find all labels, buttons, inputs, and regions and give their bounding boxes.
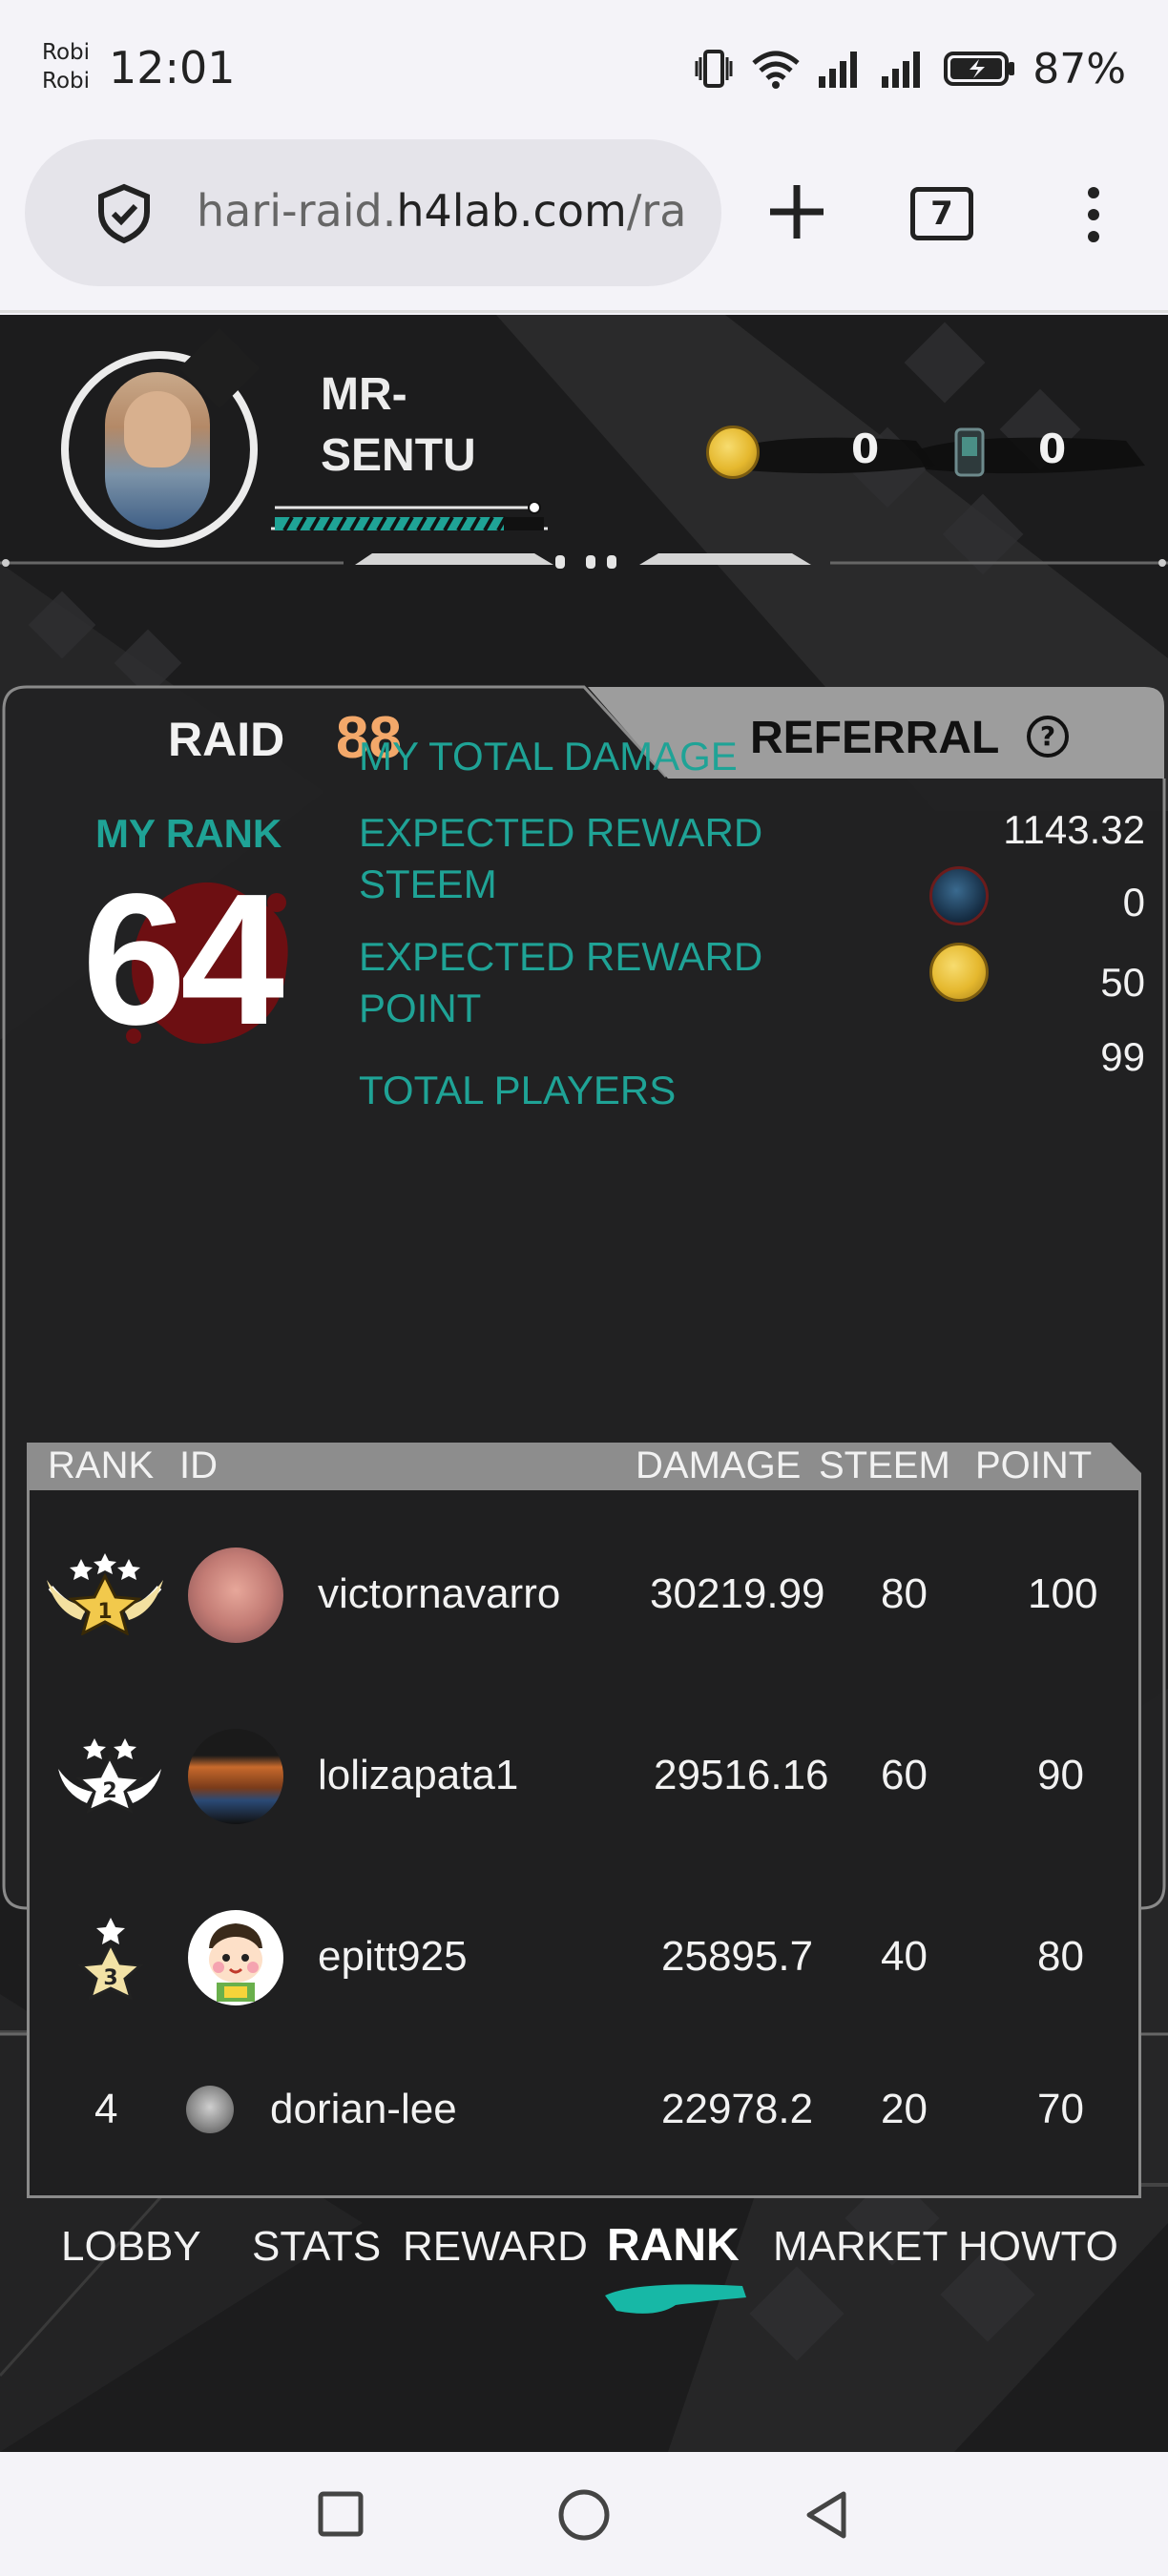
help-icon[interactable]: ? [1027,716,1069,758]
col-steem: STEEM [819,1444,950,1486]
expected-steem-label: EXPECTED REWARD STEEM [359,810,763,906]
expected-point-label: EXPECTED REWARD POINT [359,934,763,1030]
cartoon-face-icon [209,1923,262,2002]
url-suffix: /ra [626,185,687,237]
nav-market[interactable]: MARKET [773,2223,948,2271]
nav-reward[interactable]: REWARD [403,2223,588,2271]
battery-percent: 87% [1032,44,1126,93]
player-id[interactable]: epitt925 [318,1933,468,1981]
battery-icon [944,52,1015,86]
leaderboard-header: RANK ID DAMAGE STEEM POINT [27,1443,1141,1490]
total-damage-label: MY TOTAL DAMAGE [359,734,738,779]
item-value: 0 [1038,426,1067,472]
carrier-labels: Robi Robi [42,38,90,95]
nav-rank[interactable]: RANK [607,2219,740,2272]
nav-stats[interactable]: STATS [252,2223,381,2271]
browser-menu-button[interactable] [1073,183,1115,246]
nav-howto[interactable]: HOWTO [958,2223,1118,2271]
new-tab-button[interactable] [763,174,830,250]
point: 100 [1028,1570,1098,1617]
recents-button[interactable] [317,2490,365,2538]
rank-number: 4 [94,2086,118,2132]
vibrate-icon [695,50,733,88]
leaderboard-body: 1 victornavarro 30219.99 80 100 2 loliza… [27,1490,1141,2198]
xp-progress-bar [271,502,548,531]
url-domain: h4lab.com [396,185,627,237]
col-point: POINT [975,1444,1093,1486]
coin-icon [706,426,760,479]
avatar[interactable] [188,1910,283,2005]
status-bar: Robi Robi 12:01 87% [0,0,1168,139]
my-rank-value: 64 [82,855,284,1064]
col-rank: RANK [48,1444,155,1486]
system-nav-bar [0,2452,1168,2576]
svg-text:1: 1 [97,1600,112,1624]
steem: 60 [881,1752,928,1798]
player-id[interactable]: dorian-lee [270,2086,457,2133]
browser-toolbar: hari-raid.h4lab.com/ra 7 [0,139,1168,313]
steem: 20 [881,2086,928,2132]
svg-text:2: 2 [102,1779,116,1803]
carrier-1: Robi [42,40,91,65]
total-damage-value: 1143.32 [1003,807,1145,852]
total-players-label: TOTAL PLAYERS [359,1068,677,1112]
nav-lobby[interactable]: LOBBY [61,2223,201,2271]
table-row[interactable]: 3 epitt925 25895.7 40 80 [30,1908,1144,2005]
player-name: MR-SENTU [321,369,476,481]
leaderboard: RANK ID DAMAGE STEEM POINT 1 victornavar… [27,1443,1141,2198]
col-id: ID [179,1444,218,1486]
signal-1-icon [819,52,858,88]
damage: 22978.2 [661,2086,814,2132]
url-prefix: hari-raid. [197,185,397,237]
wifi-icon [752,51,800,89]
signal-2-icon [882,52,921,88]
carrier-2: Robi [42,69,91,93]
point: 80 [1037,1933,1084,1980]
coin-icon [929,943,989,1002]
clock: 12:01 [109,42,236,93]
avatar[interactable] [188,1729,283,1824]
home-button[interactable] [557,2488,611,2542]
rank-3-badge-icon: 3 [77,1918,144,2000]
col-damage: DAMAGE [636,1444,802,1486]
steem-icon [929,866,989,925]
bottom-nav: LOBBY STATS REWARD RANK MARKET HOWTO [0,2220,1168,2299]
url-field[interactable]: hari-raid.h4lab.com/ra [25,139,721,286]
avatar[interactable] [188,1548,283,1643]
raid-panel: RAID 88 REFERRAL ? MY RANK 64 MY TOTAL D… [0,683,1168,2198]
status-icons: 87% [693,42,1126,95]
table-row[interactable]: 2 lolizapata1 29516.16 60 90 [30,1727,1144,1824]
player-id[interactable]: lolizapata1 [318,1752,518,1799]
game-screen: MR-SENTU 0 0 RAID 88 REFERRAL ? MY RANK [0,315,1168,2452]
back-button[interactable] [802,2488,851,2542]
active-tab-brush [605,2284,746,2314]
item-icon [954,427,985,477]
coin-value: 0 [851,426,880,472]
referral-tab[interactable]: REFERRAL [750,712,999,764]
steem: 40 [881,1933,928,1980]
expected-point-value: 50 [1100,960,1145,1005]
point: 90 [1037,1752,1084,1798]
table-row[interactable]: 4 dorian-lee 22978.2 20 70 [30,2061,1144,2156]
damage: 25895.7 [661,1933,814,1980]
rank-2-badge-icon: 2 [58,1738,161,1814]
rank-1-badge-icon: 1 [47,1553,163,1635]
tab-switcher-button[interactable]: 7 [910,187,973,240]
damage: 30219.99 [650,1570,825,1617]
my-rank-label: MY RANK [95,811,282,856]
total-players-value: 99 [1100,1034,1145,1079]
svg-text:3: 3 [103,1966,117,1990]
player-id[interactable]: victornavarro [318,1570,560,1618]
steem: 80 [881,1570,928,1617]
url-text[interactable]: hari-raid.h4lab.com/ra [197,185,731,237]
point: 70 [1037,2086,1084,2132]
avatar[interactable] [105,372,210,530]
shield-icon[interactable] [92,181,156,246]
damage: 29516.16 [654,1752,829,1798]
table-row[interactable]: 1 victornavarro 30219.99 80 100 [30,1546,1144,1643]
raid-tab[interactable]: RAID [168,712,284,767]
avatar[interactable] [186,2086,234,2133]
expected-steem-value: 0 [1122,880,1145,924]
